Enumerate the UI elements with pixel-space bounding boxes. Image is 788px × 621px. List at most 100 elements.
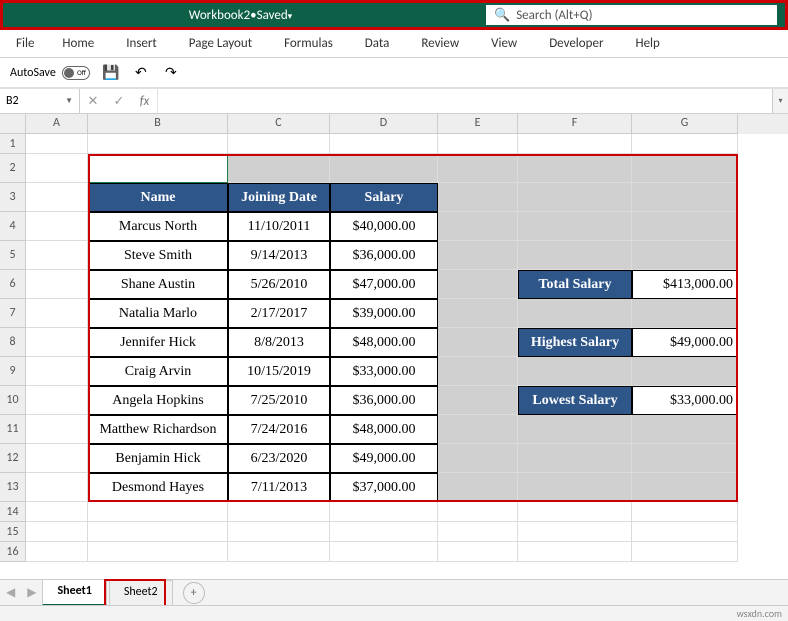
cell[interactable]: $37,000.00: [330, 473, 438, 502]
cell[interactable]: [26, 154, 88, 183]
cell[interactable]: [438, 473, 518, 502]
cell[interactable]: [438, 270, 518, 299]
cell[interactable]: [632, 241, 738, 270]
cell[interactable]: [518, 473, 632, 502]
cell[interactable]: [26, 473, 88, 502]
cell[interactable]: $49,000.00: [632, 328, 738, 357]
select-all-corner[interactable]: [0, 114, 26, 134]
cell[interactable]: [518, 134, 632, 154]
cell[interactable]: $48,000.00: [330, 415, 438, 444]
cell[interactable]: 7/24/2016: [228, 415, 330, 444]
cell[interactable]: [518, 415, 632, 444]
cell[interactable]: 9/14/2013: [228, 241, 330, 270]
row-7[interactable]: 7: [0, 299, 26, 328]
cell[interactable]: [26, 522, 88, 542]
cell[interactable]: [518, 212, 632, 241]
cell[interactable]: [26, 241, 88, 270]
row-6[interactable]: 6: [0, 270, 26, 299]
sheet-tab-active[interactable]: Sheet1: [42, 579, 106, 606]
cell[interactable]: [88, 502, 228, 522]
cell[interactable]: [438, 522, 518, 542]
autosave-toggle[interactable]: AutoSave Off: [10, 66, 90, 80]
cell[interactable]: 11/10/2011: [228, 212, 330, 241]
sheet-tab-other[interactable]: Sheet2: [109, 580, 173, 606]
cell[interactable]: [88, 134, 228, 154]
cell[interactable]: Angela Hopkins: [88, 386, 228, 415]
row-1[interactable]: 1: [0, 134, 26, 154]
cell[interactable]: [518, 444, 632, 473]
cell[interactable]: [518, 542, 632, 562]
search-box[interactable]: 🔍 Search (Alt+Q): [486, 5, 777, 25]
cell[interactable]: $33,000.00: [330, 357, 438, 386]
cell[interactable]: [632, 415, 738, 444]
col-C[interactable]: C: [228, 114, 330, 134]
row-4[interactable]: 4: [0, 212, 26, 241]
row-15[interactable]: 15: [0, 522, 26, 542]
tab-home[interactable]: Home: [46, 30, 110, 58]
cell[interactable]: [518, 241, 632, 270]
tab-file[interactable]: File: [4, 30, 46, 58]
tab-data[interactable]: Data: [349, 30, 406, 58]
tab-help[interactable]: Help: [619, 30, 675, 58]
cell[interactable]: Desmond Hayes: [88, 473, 228, 502]
cell[interactable]: [438, 502, 518, 522]
tab-nav-next-icon[interactable]: ▶: [21, 585, 42, 600]
cell-B2-active[interactable]: [88, 154, 228, 183]
cell[interactable]: 7/25/2010: [228, 386, 330, 415]
header-name[interactable]: Name: [88, 183, 228, 212]
cell[interactable]: [228, 522, 330, 542]
cell[interactable]: [632, 134, 738, 154]
cell[interactable]: [518, 357, 632, 386]
cell[interactable]: [632, 212, 738, 241]
tab-review[interactable]: Review: [405, 30, 475, 58]
cell[interactable]: [632, 542, 738, 562]
cell[interactable]: Steve Smith: [88, 241, 228, 270]
cell[interactable]: [438, 134, 518, 154]
cell[interactable]: [26, 270, 88, 299]
autosave-switch-off-icon[interactable]: Off: [62, 66, 90, 80]
cell[interactable]: [632, 444, 738, 473]
name-box[interactable]: B2 ▼: [0, 89, 80, 113]
add-sheet-icon[interactable]: +: [183, 582, 205, 604]
tab-view[interactable]: View: [475, 30, 533, 58]
cell[interactable]: [228, 542, 330, 562]
cell[interactable]: [330, 522, 438, 542]
cell[interactable]: [438, 444, 518, 473]
cell[interactable]: [26, 502, 88, 522]
col-B[interactable]: B: [88, 114, 228, 134]
cell[interactable]: [632, 357, 738, 386]
cell[interactable]: Benjamin Hick: [88, 444, 228, 473]
cell[interactable]: Marcus North: [88, 212, 228, 241]
cell[interactable]: [88, 522, 228, 542]
cell[interactable]: [438, 183, 518, 212]
tab-formulas[interactable]: Formulas: [268, 30, 349, 58]
cell[interactable]: [26, 183, 88, 212]
cell[interactable]: [518, 299, 632, 328]
cell[interactable]: $33,000.00: [632, 386, 738, 415]
cell[interactable]: [26, 134, 88, 154]
cell[interactable]: Natalia Marlo: [88, 299, 228, 328]
cell[interactable]: [632, 473, 738, 502]
row-12[interactable]: 12: [0, 444, 26, 473]
cell[interactable]: [438, 386, 518, 415]
cell[interactable]: [26, 444, 88, 473]
cell[interactable]: [438, 241, 518, 270]
cell[interactable]: Jennifer Hick: [88, 328, 228, 357]
cell[interactable]: 6/23/2020: [228, 444, 330, 473]
formula-input[interactable]: [158, 89, 772, 113]
cell[interactable]: [228, 154, 330, 183]
formula-expand-icon[interactable]: ▾: [772, 89, 788, 113]
cell[interactable]: Matthew Richardson: [88, 415, 228, 444]
save-icon[interactable]: 💾: [102, 64, 120, 82]
cell[interactable]: Lowest Salary: [518, 386, 632, 415]
col-A[interactable]: A: [26, 114, 88, 134]
cell[interactable]: [632, 502, 738, 522]
cell[interactable]: [438, 328, 518, 357]
col-E[interactable]: E: [438, 114, 518, 134]
tab-insert[interactable]: Insert: [110, 30, 173, 58]
tab-pagelayout[interactable]: Page Layout: [173, 30, 268, 58]
cell[interactable]: [26, 212, 88, 241]
cell[interactable]: [518, 502, 632, 522]
row-3[interactable]: 3: [0, 183, 26, 212]
cell[interactable]: [438, 212, 518, 241]
